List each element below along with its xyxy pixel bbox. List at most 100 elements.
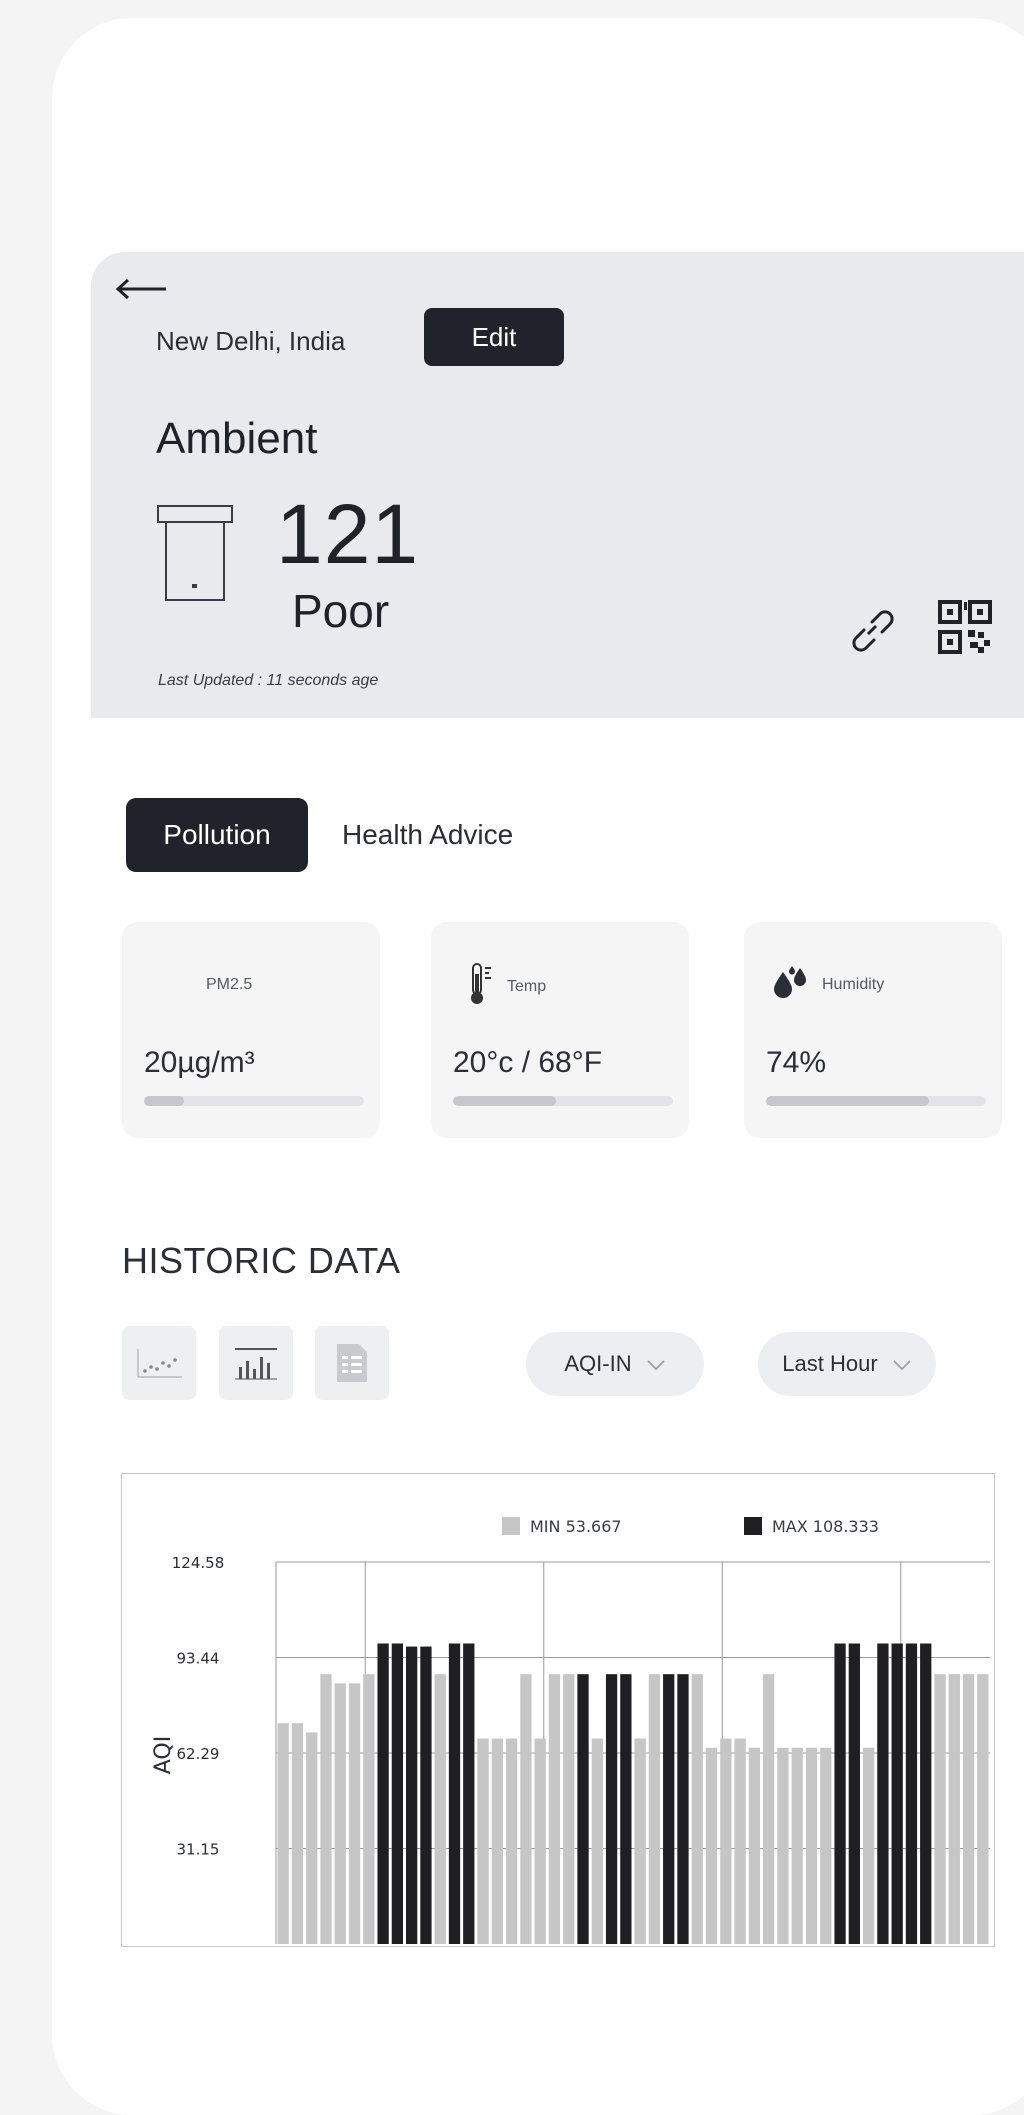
aqi-bar-chart: 124.58 93.44 62.29 31.15 AQI MIN 53.667 MAX 10… [151, 1517, 990, 1944]
y-tick-label: 124.58 [172, 1554, 225, 1572]
metric-card-temp: Temp 20°c / 68°F [431, 922, 689, 1138]
metric-card-humidity: Humidity 74% [744, 922, 1002, 1138]
chart-bar [834, 1643, 846, 1944]
legend-swatch [744, 1517, 762, 1535]
chart-bar [334, 1683, 346, 1944]
location-name: New Delhi, India [156, 326, 346, 356]
chart-bar [977, 1674, 989, 1944]
metric-progress-bar [453, 1096, 673, 1106]
chart-bar [848, 1643, 860, 1944]
metric-card-pm25: PM2.5 20µg/m³ [122, 922, 380, 1138]
chart-bar [720, 1738, 732, 1944]
chart-bar [477, 1738, 489, 1944]
metric-select-dropdown[interactable]: AQI-IN [526, 1332, 704, 1396]
chart-bar [677, 1674, 689, 1944]
legend-label: MAX 108.333 [772, 1517, 879, 1536]
chart-bar [577, 1674, 589, 1944]
metric-progress-bar [144, 1096, 364, 1106]
chart-bar [548, 1674, 561, 1944]
chart-bar [962, 1674, 975, 1944]
legend-swatch [502, 1517, 520, 1535]
legend-label: MIN 53.667 [530, 1517, 622, 1536]
tab-pollution[interactable]: Pollution [126, 798, 308, 872]
air-monitor-device-icon [156, 504, 236, 604]
metric-label: Humidity [822, 975, 885, 993]
chart-bar [748, 1747, 761, 1944]
chart-bar [934, 1674, 946, 1944]
chart-bar [634, 1738, 646, 1944]
chart-bar [520, 1674, 532, 1944]
chart-bar [291, 1723, 304, 1944]
chevron-down-icon [646, 1351, 666, 1377]
chart-bar [891, 1643, 903, 1944]
chart-bar [534, 1738, 546, 1944]
aqi-value: 121 [276, 487, 420, 581]
metric-value: 74% [766, 1046, 827, 1079]
chart-bar [691, 1674, 703, 1944]
historic-chart: 124.58 93.44 62.29 31.15 AQI MIN 53.667 MAX 10… [121, 1473, 995, 1947]
tab-health-advice[interactable]: Health Advice [336, 798, 556, 872]
last-updated-text: Last Updated : 11 seconds age [158, 672, 379, 689]
chart-bar [363, 1674, 375, 1944]
metric-label: PM2.5 [206, 976, 253, 993]
chart-bar [320, 1674, 332, 1944]
time-range-value: Last Hour [782, 1351, 878, 1376]
scatter-chart-icon[interactable] [122, 1326, 196, 1400]
chart-bar [406, 1646, 418, 1944]
metric-progress-fill [766, 1096, 929, 1106]
chart-bar [306, 1732, 318, 1944]
y-tick-label: 62.29 [177, 1745, 220, 1763]
chart-bar [905, 1643, 918, 1944]
edit-location-button[interactable]: Edit [424, 308, 564, 366]
y-tick-label: 93.44 [177, 1649, 220, 1667]
y-tick-label: 31.15 [177, 1840, 220, 1858]
thermometer-icon [467, 962, 495, 1011]
chart-bar [805, 1747, 818, 1944]
chart-bar [862, 1747, 875, 1944]
chart-bar [491, 1738, 503, 1944]
bar-chart-icon[interactable] [219, 1326, 293, 1400]
chart-bar [448, 1643, 461, 1944]
chart-bar [705, 1747, 718, 1944]
chart-bar [277, 1723, 289, 1944]
chart-bar [434, 1674, 446, 1944]
chart-bar [920, 1643, 932, 1944]
y-axis-label: AQI [151, 1736, 176, 1774]
chart-bar [763, 1674, 775, 1944]
chart-bar [820, 1747, 832, 1944]
chart-bar [663, 1674, 675, 1944]
table-icon[interactable] [315, 1326, 389, 1400]
link-icon[interactable] [846, 604, 898, 656]
chart-bar [648, 1674, 661, 1944]
chevron-down-icon [892, 1351, 912, 1377]
chart-bar [348, 1683, 361, 1944]
metric-progress-bar [766, 1096, 986, 1106]
category-title: Ambient [156, 414, 318, 463]
water-drops-icon [770, 966, 810, 1003]
metric-progress-fill [453, 1096, 557, 1106]
chart-bar [948, 1674, 960, 1944]
chart-bar [877, 1643, 889, 1944]
chart-bar [463, 1643, 475, 1944]
time-range-dropdown[interactable]: Last Hour [758, 1332, 936, 1396]
aqi-status: Poor [292, 585, 390, 637]
chart-bar [563, 1674, 575, 1944]
metric-select-value: AQI-IN [564, 1351, 632, 1376]
chart-bar [377, 1643, 389, 1944]
metric-value: 20°c / 68°F [453, 1046, 603, 1079]
historic-data-title: HISTORIC DATA [122, 1240, 401, 1281]
chart-bar [734, 1738, 746, 1944]
metric-progress-fill [144, 1096, 184, 1106]
chart-bar [505, 1738, 518, 1944]
chart-bar [620, 1674, 632, 1944]
back-arrow-icon[interactable] [114, 278, 170, 300]
metric-label: Temp [507, 977, 547, 995]
chart-bar [391, 1643, 404, 1944]
metric-value: 20µg/m³ [144, 1046, 255, 1079]
chart-bar [791, 1747, 803, 1944]
chart-bar [591, 1738, 603, 1944]
chart-bar [605, 1674, 618, 1944]
chart-bar [420, 1646, 432, 1944]
chart-bar [777, 1747, 789, 1944]
qr-code-icon[interactable] [938, 600, 992, 654]
